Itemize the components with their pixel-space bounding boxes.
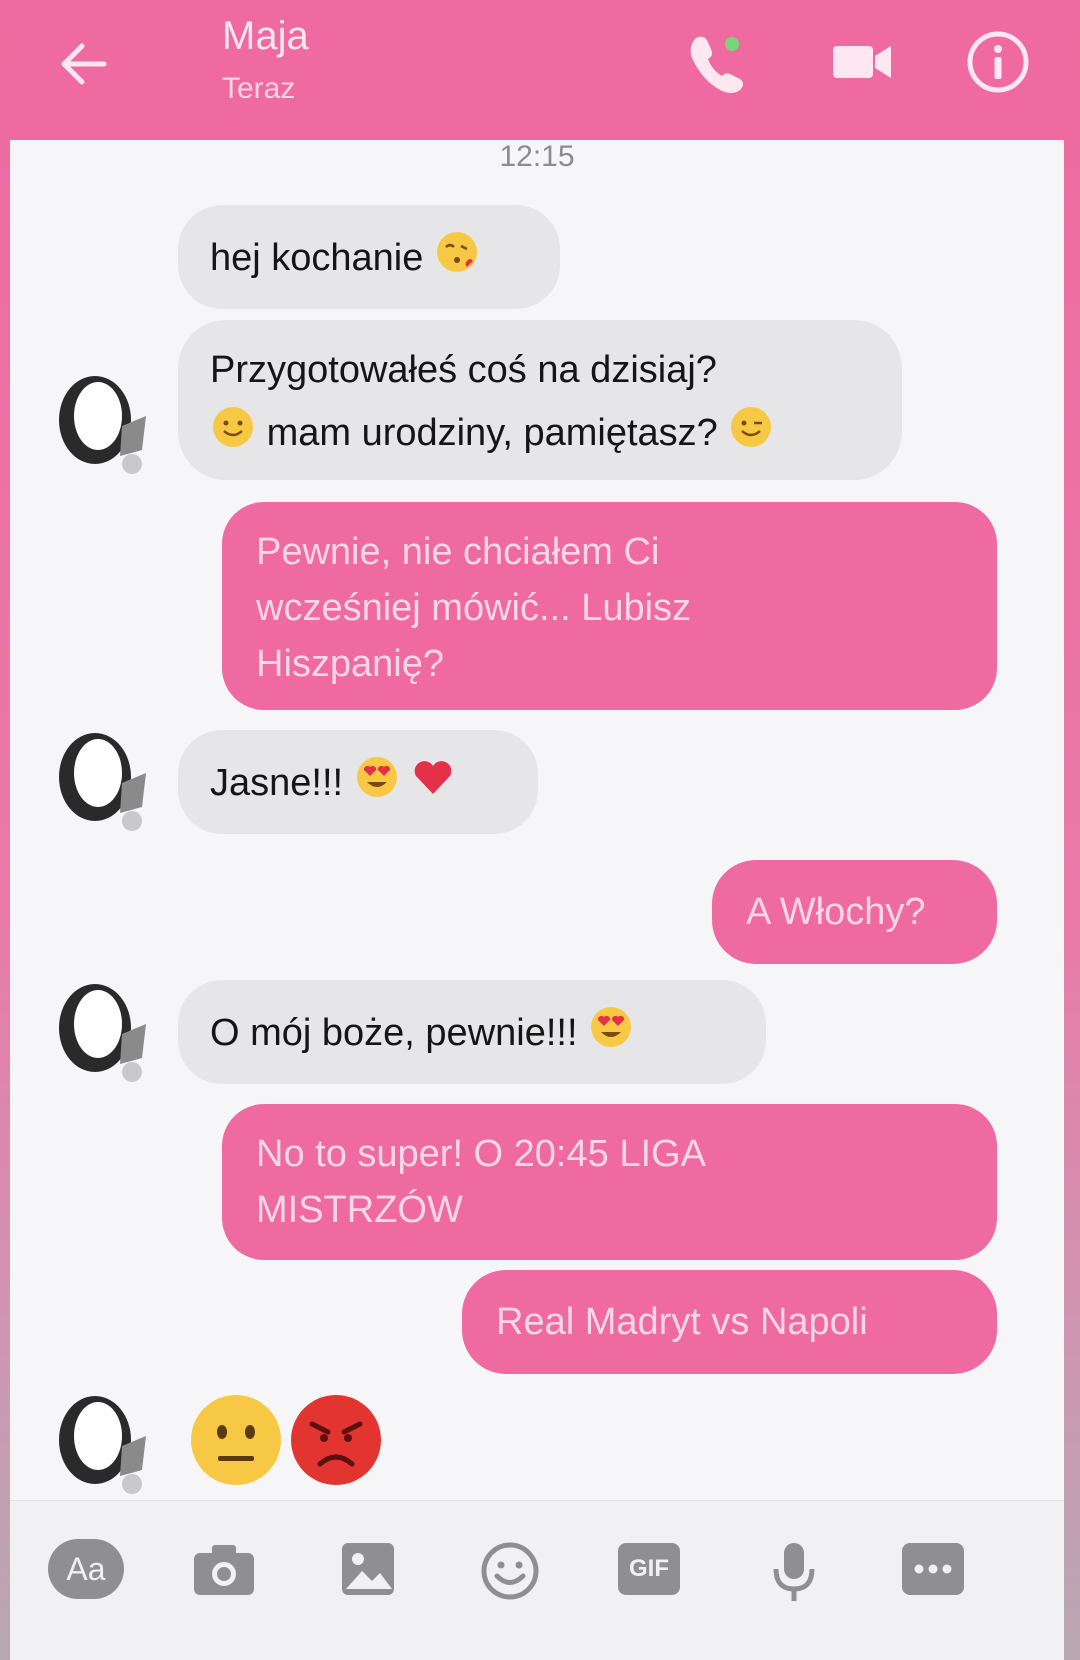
angry-face-emoji bbox=[288, 1392, 384, 1493]
message-incoming[interactable]: Jasne!!! bbox=[178, 730, 538, 834]
message-incoming[interactable]: O mój boże, pewnie!!! bbox=[178, 980, 766, 1084]
avatar[interactable] bbox=[50, 725, 160, 835]
aa-label: Aa bbox=[66, 1551, 106, 1587]
emoji-icon[interactable] bbox=[480, 1541, 540, 1606]
message-text: Real Madryt vs Napoli bbox=[496, 1301, 868, 1343]
message-incoming[interactable]: Przygotowałeś coś na dzisiaj? mam urodzi… bbox=[178, 320, 902, 480]
contact-name[interactable]: Maja bbox=[222, 14, 309, 59]
conversation-timestamp: 12:15 bbox=[499, 140, 575, 173]
message-text: O mój boże, pewnie!!! bbox=[210, 1012, 578, 1055]
red-heart-emoji bbox=[410, 754, 456, 816]
kissing-face-emoji bbox=[434, 229, 480, 291]
message-text: A Włochy? bbox=[746, 891, 926, 933]
message-emoji-only[interactable] bbox=[188, 1392, 408, 1492]
gif-label: GIF bbox=[629, 1555, 669, 1582]
message-line: Pewnie, nie chciałem Ci bbox=[256, 531, 660, 573]
message-outgoing[interactable]: A Włochy? bbox=[712, 860, 997, 964]
heart-eyes-face-emoji bbox=[354, 754, 400, 816]
message-line: wcześniej mówić... Lubisz bbox=[256, 587, 692, 629]
gif-icon[interactable]: GIF bbox=[618, 1543, 680, 1595]
winking-face-emoji bbox=[728, 404, 774, 466]
message-outgoing[interactable]: No to super! O 20:45 LIGA MISTRZÓW bbox=[222, 1104, 997, 1260]
heart-eyes-face-emoji bbox=[588, 1004, 634, 1066]
message-line: Przygotowałeś coś na dzisiaj? bbox=[210, 349, 717, 391]
more-icon[interactable] bbox=[902, 1543, 964, 1600]
text-format-icon[interactable]: Aa bbox=[48, 1539, 124, 1599]
camera-icon[interactable] bbox=[192, 1541, 256, 1602]
message-outgoing[interactable]: Real Madryt vs Napoli bbox=[462, 1270, 997, 1374]
message-outgoing[interactable]: Pewnie, nie chciałem Ci wcześniej mówić.… bbox=[222, 502, 997, 710]
video-camera-icon[interactable] bbox=[825, 24, 901, 100]
microphone-icon[interactable] bbox=[770, 1541, 818, 1610]
message-incoming[interactable]: hej kochanie bbox=[178, 205, 560, 309]
contact-status: Teraz bbox=[222, 72, 296, 105]
message-line: MISTRZÓW bbox=[256, 1189, 463, 1231]
chat-screen: Maja Teraz 12:15 hej kochanie Przygotowa… bbox=[10, 0, 1064, 1660]
image-icon[interactable] bbox=[340, 1541, 396, 1602]
avatar[interactable] bbox=[50, 1388, 160, 1498]
message-line-with-emoji: mam urodziny, pamiętasz? bbox=[210, 404, 870, 466]
chat-header: Maja Teraz bbox=[10, 0, 1064, 140]
message-line: No to super! O 20:45 LIGA bbox=[256, 1133, 706, 1175]
neutral-face-emoji bbox=[188, 1392, 284, 1493]
info-icon[interactable] bbox=[960, 24, 1036, 100]
back-arrow-icon[interactable] bbox=[54, 34, 114, 94]
message-text: mam urodziny, pamiętasz? bbox=[266, 412, 718, 455]
message-text: hej kochanie bbox=[210, 237, 424, 280]
message-line: Hiszpanię? bbox=[256, 643, 444, 685]
phone-call-icon[interactable] bbox=[680, 24, 756, 100]
avatar[interactable] bbox=[50, 976, 160, 1086]
message-composer: Aa GIF bbox=[10, 1500, 1064, 1660]
avatar[interactable] bbox=[50, 368, 160, 478]
message-text: Jasne!!! bbox=[210, 762, 344, 805]
slightly-smiling-face-emoji bbox=[210, 404, 256, 466]
